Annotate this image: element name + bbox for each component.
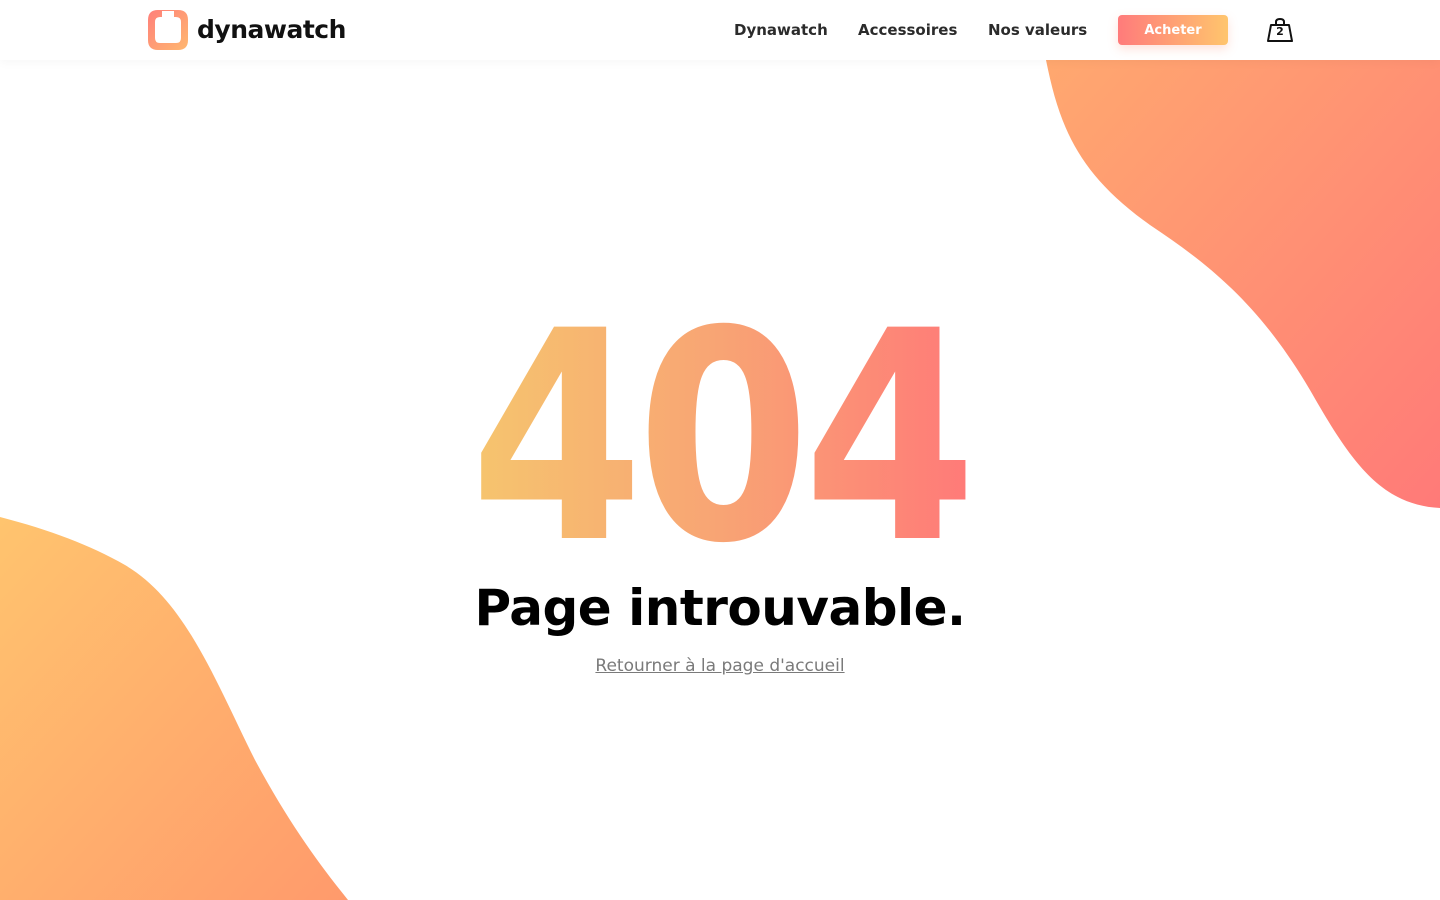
brand-name: dynawatch [197, 15, 346, 44]
nav-link-accessoires[interactable]: Accessoires [858, 20, 957, 40]
error-code-text: 404 [470, 300, 970, 560]
watch-outline-icon [148, 10, 188, 50]
cart-button[interactable]: 2 [1266, 16, 1294, 44]
buy-button[interactable]: Acheter [1118, 15, 1228, 45]
nav-link-dynawatch[interactable]: Dynawatch [734, 20, 828, 40]
error-code: 404 [0, 300, 1440, 560]
brand-logo-link[interactable]: dynawatch [148, 10, 346, 50]
home-link-wrapper: Retourner à la page d'accueil [0, 654, 1440, 678]
return-home-link[interactable]: Retourner à la page d'accueil [595, 656, 844, 676]
page-title: Page introuvable. [474, 579, 966, 637]
error-code-graphic: 404 [470, 300, 978, 560]
nav-link-nos-valeurs[interactable]: Nos valeurs [988, 20, 1087, 40]
page: dynawatch Dynawatch Accessoires Nos vale… [0, 0, 1440, 900]
cart-count-badge: 2 [1276, 25, 1284, 38]
site-header: dynawatch Dynawatch Accessoires Nos vale… [0, 0, 1440, 60]
